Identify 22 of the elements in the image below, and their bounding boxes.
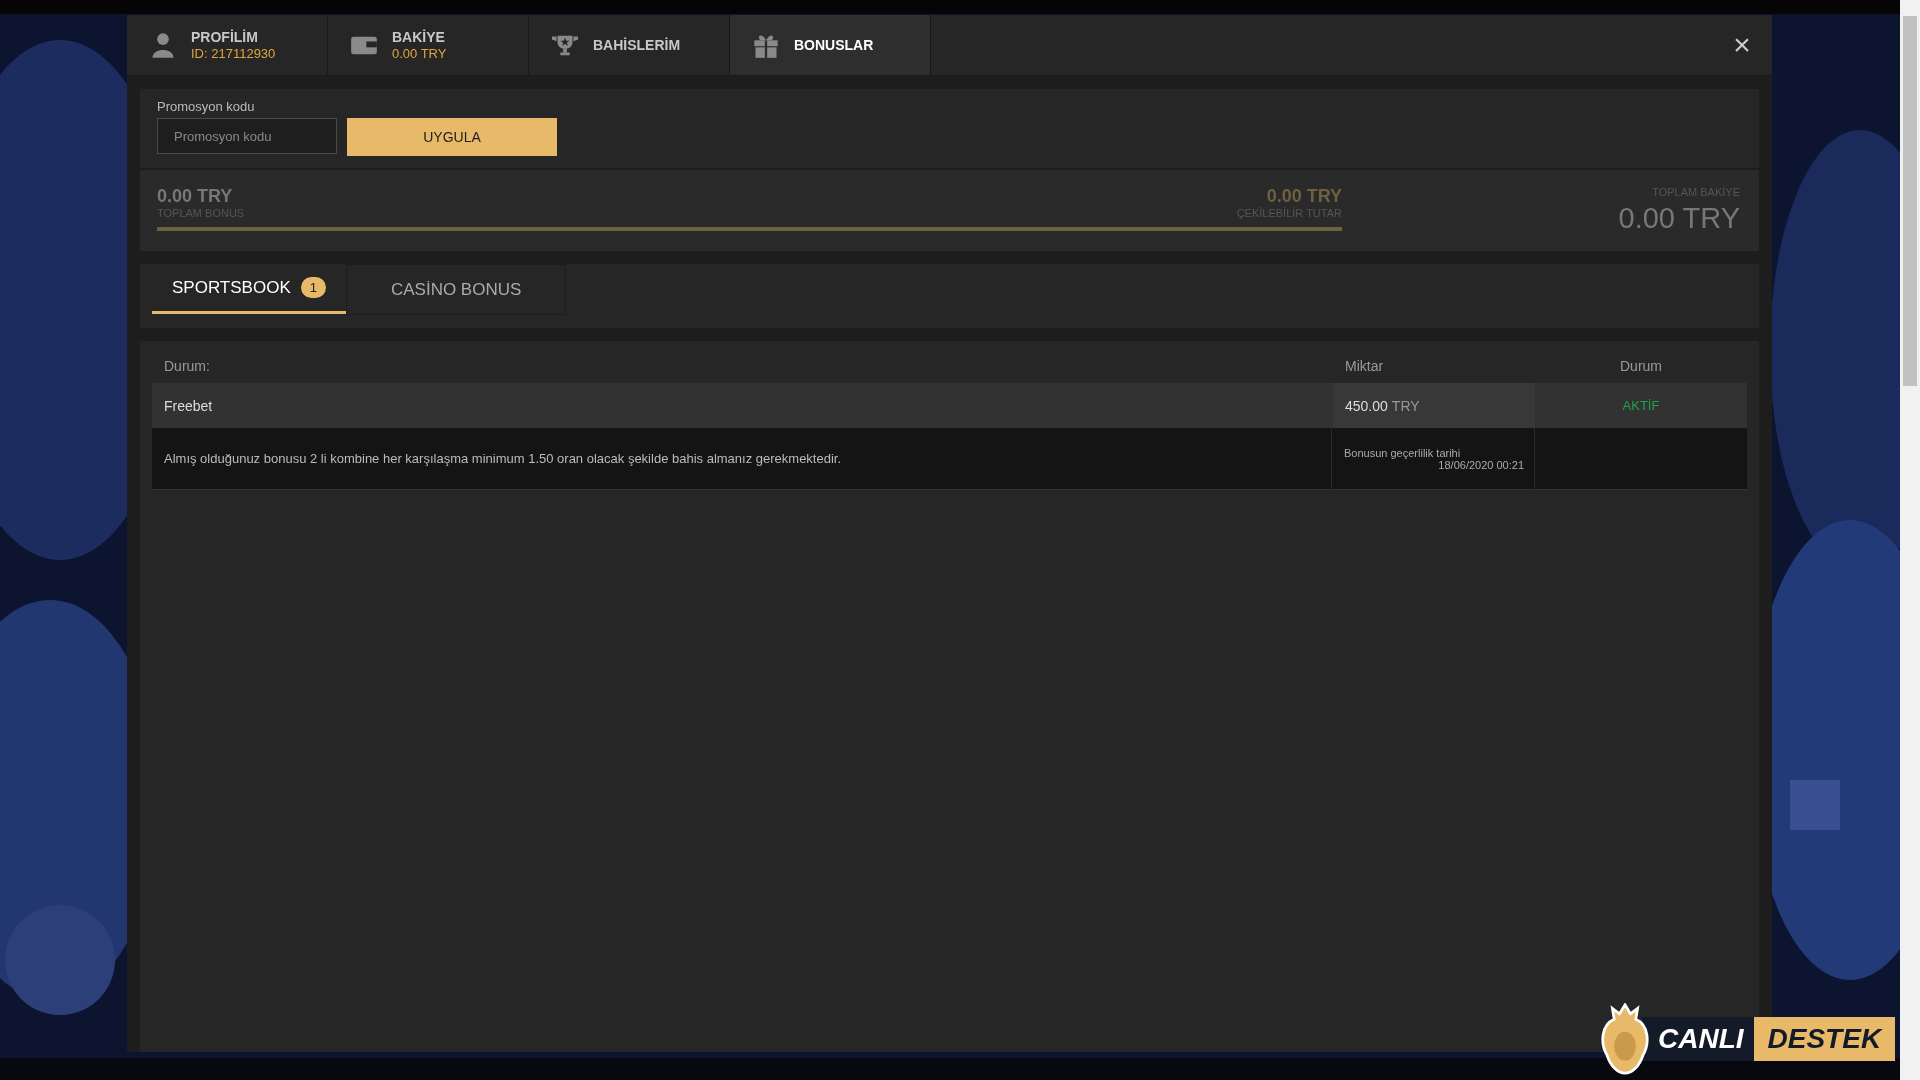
count-badge: 1: [300, 277, 326, 298]
validity-date: 18/06/2020 00:21: [1438, 458, 1524, 471]
apply-button[interactable]: UYGULA: [347, 118, 557, 156]
column-header: Durum: [1619, 357, 1663, 374]
bonus-name: Freebet: [163, 396, 214, 416]
bonus-description: Almış olduğunuz bonusu 2 li kombine her karşılaşma minimum 1.50 oran olacak şekilde bahis almanız gerekmektedir.: [163, 450, 843, 468]
validity-label: Bonusun geçerlilik tarihi: [1344, 446, 1461, 459]
promo-label: Promosyon kodu: [157, 99, 256, 114]
withdrawable-amount: 0.00 TRY: [1266, 186, 1342, 207]
bonus-amount: 0.00 TRY: [157, 186, 234, 207]
header-tab[interactable]: BONUSLAR: [730, 15, 931, 75]
close-button[interactable]: ×: [1712, 15, 1772, 75]
bonus-tab[interactable]: CASİNO BONUS: [345, 264, 567, 315]
column-header: Durum:: [163, 357, 211, 374]
bonus-amount-cell: 450.00 TRY: [1333, 383, 1535, 428]
promo-code-field[interactable]: Promosyon kodu: [157, 118, 337, 154]
live-support-button[interactable]: CANLI DESTEK: [1598, 1003, 1896, 1075]
total-balance-amount: 0.00 TRY: [1618, 202, 1740, 235]
scrollbar[interactable]: [1900, 0, 1920, 1080]
lion-icon: [1598, 1003, 1652, 1075]
column-header: Miktar: [1344, 357, 1385, 374]
status-text: AKTİF: [1621, 397, 1661, 415]
